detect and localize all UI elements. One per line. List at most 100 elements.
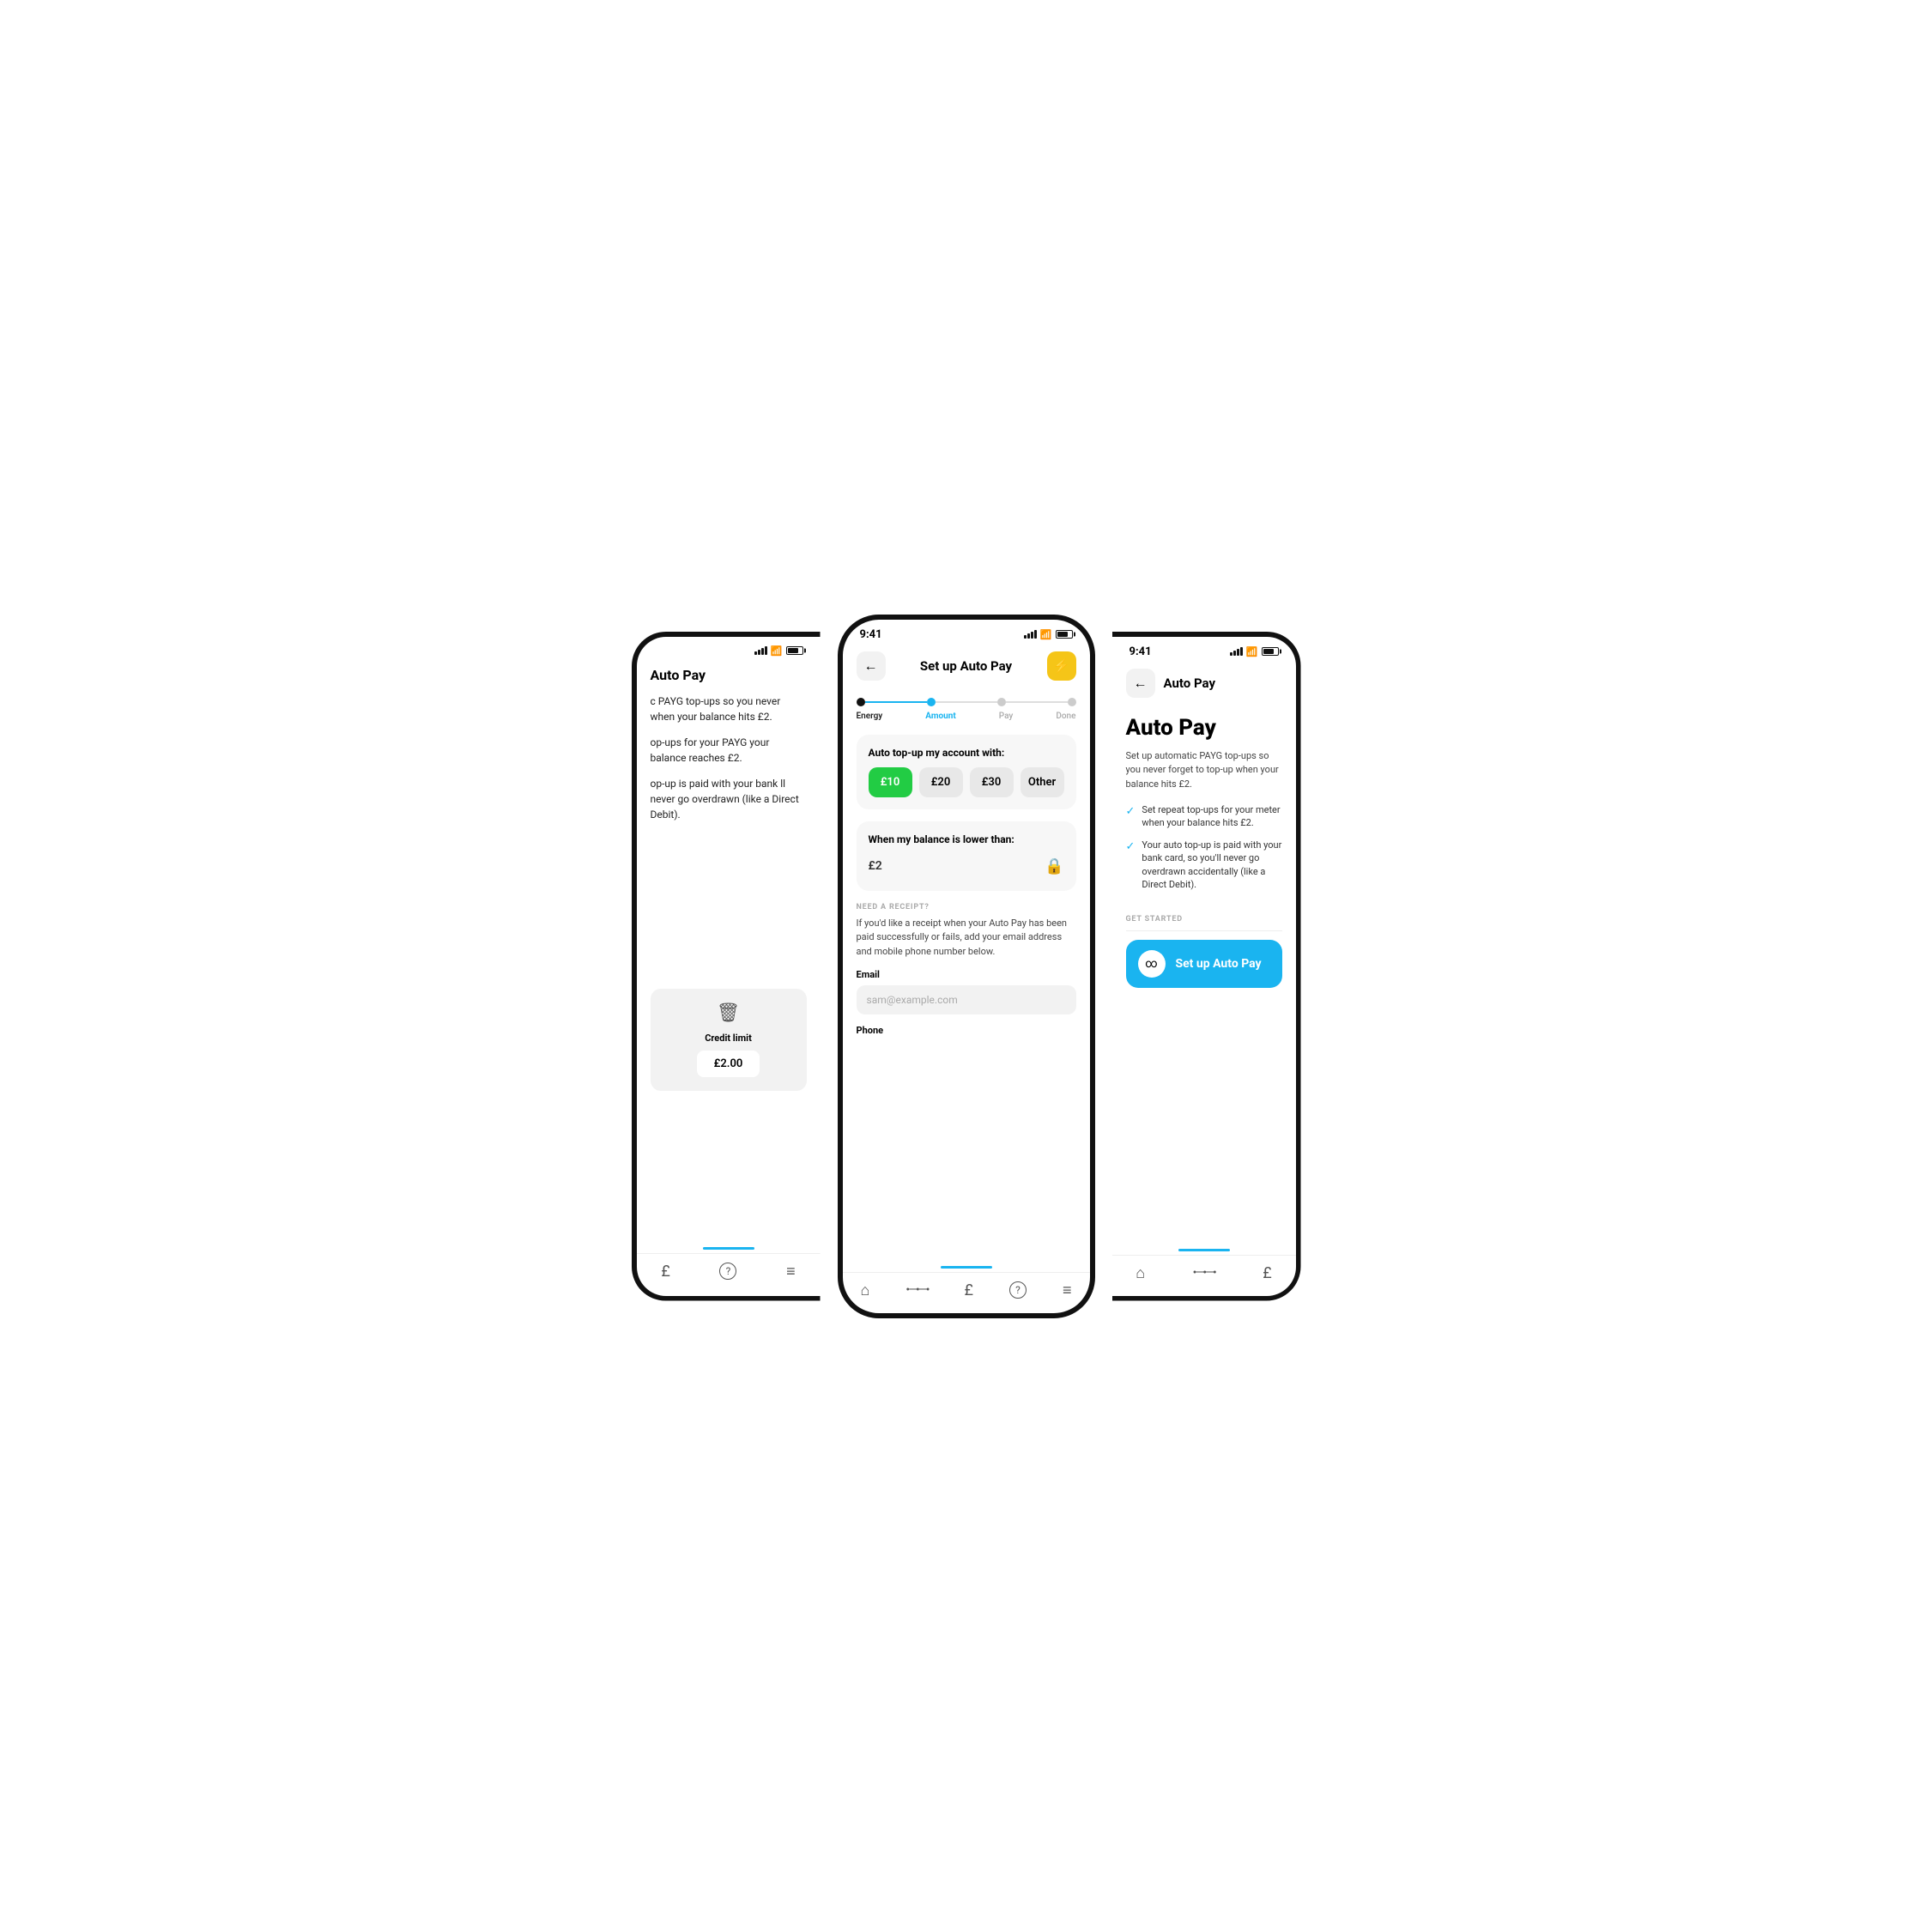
left-text-3: op-up is paid with your bank ll never go… [651,776,807,822]
bullet-item-1: ✓ Set repeat top-ups for your meter when… [1126,803,1282,830]
receipt-section: NEED A RECEIPT? If you'd like a receipt … [843,903,1090,1052]
delete-icon[interactable]: 🗑 [717,1002,741,1024]
home-icon: ⌂ [861,1281,870,1299]
step-label-amount: Amount [925,712,955,721]
right-description: Set up automatic PAYG top-ups so you nev… [1126,749,1282,792]
right-nav-active-bar [1178,1249,1230,1251]
right-activity-icon: •—•—• [1193,1266,1215,1280]
right-time: 9:41 [1130,645,1152,658]
center-nav-active-bar [941,1266,992,1269]
right-wifi-icon: 📶 [1246,646,1258,657]
center-nav-activity[interactable]: •—•—• [905,1283,928,1297]
center-nav-home[interactable]: ⌂ [861,1281,870,1299]
right-main-title: Auto Pay [1126,715,1282,741]
menu-icon: ≡ [786,1263,796,1281]
center-bottom-nav: ⌂ •—•—• £ ? ≡ [843,1272,1090,1313]
center-status-icons: 📶 [1024,629,1073,640]
left-body: c PAYG top-ups so you never when your ba… [637,693,821,833]
step-dot-amount [927,698,936,706]
check-icon-2: ✓ [1126,839,1136,855]
receipt-label: NEED A RECEIPT? [857,903,1076,911]
amount-options: £10 £20 £30 Other [869,767,1064,797]
right-signal-icon [1230,647,1243,656]
right-nav-activity[interactable]: •—•—• [1193,1266,1215,1280]
wifi-icon: 📶 [771,645,783,657]
credit-limit-value: £2.00 [697,1051,760,1077]
step-dot-pay [997,698,1006,706]
right-back-icon: ← [1134,675,1148,692]
nav-active-bar [703,1247,754,1250]
center-nav-menu[interactable]: ≡ [1063,1281,1072,1299]
amount-btn-30[interactable]: £30 [970,767,1014,797]
lightning-button[interactable]: ⚡ [1047,651,1076,681]
email-input[interactable]: sam@example.com [857,985,1076,1014]
receipt-text: If you'd like a receipt when your Auto P… [857,917,1076,960]
center-nav-payments[interactable]: £ [964,1281,972,1299]
left-title: Auto Pay [651,667,706,683]
left-phone: 📶 Auto Pay c PAYG top-ups so you never w… [632,632,821,1301]
amount-btn-10[interactable]: £10 [869,767,912,797]
left-text-1: c PAYG top-ups so you never when your ba… [651,693,807,724]
step-dot-done [1068,698,1076,706]
amount-btn-20[interactable]: £20 [919,767,963,797]
right-status-bar: 9:41 📶 [1112,637,1296,662]
back-icon: ← [864,657,878,675]
credit-limit-section: 🗑 Credit limit £2.00 [651,989,807,1091]
left-status-icons: 📶 [754,645,803,657]
help-icon: ? [719,1263,736,1280]
menu-icon-center: ≡ [1063,1281,1072,1299]
right-back-button[interactable]: ← [1126,669,1155,698]
bullet-text-2: Your auto top-up is paid with your bank … [1142,839,1281,892]
email-label: Email [857,969,1076,980]
center-signal-icon [1024,630,1037,639]
right-bottom-nav: ⌂ •—•—• £ [1112,1255,1296,1296]
center-time: 9:41 [860,628,882,641]
right-phone: 9:41 📶 ← Auto Pay Au [1112,632,1301,1301]
back-button[interactable]: ← [857,651,886,681]
amount-btn-other[interactable]: Other [1021,767,1064,797]
step-line-1 [865,701,927,703]
balance-row: £2 🔒 [869,854,1064,879]
step-dot-energy [857,698,865,706]
center-wifi-icon: 📶 [1040,629,1052,640]
center-nav-help[interactable]: ? [1009,1281,1027,1299]
bullet-text-1: Set repeat top-ups for your meter when y… [1142,803,1281,830]
amount-card-title: Auto top-up my account with: [869,747,1064,759]
left-header: Auto Pay [637,660,821,693]
left-bottom-nav: £ ? ≡ [637,1253,821,1296]
right-header: ← Auto Pay [1112,662,1296,708]
left-nav-menu[interactable]: ≡ [786,1263,796,1282]
right-payments-icon: £ [1263,1264,1271,1282]
signal-icon [754,646,767,655]
step-line-2 [936,701,997,703]
lightning-icon: ⚡ [1053,657,1070,674]
divider [1126,930,1282,931]
activity-icon: •—•—• [905,1283,928,1297]
check-icon-1: ✓ [1126,804,1136,820]
center-battery-icon [1056,630,1073,639]
center-title: Set up Auto Pay [920,658,1012,674]
step-labels: Energy Amount Pay Done [857,712,1076,721]
get-started-label: GET STARTED [1112,915,1296,924]
right-nav-home[interactable]: ⌂ [1136,1264,1145,1282]
balance-card: When my balance is lower than: £2 🔒 [857,821,1076,891]
email-placeholder: sam@example.com [867,994,958,1006]
help-icon-center: ? [1009,1281,1027,1299]
center-header: ← Set up Auto Pay ⚡ [843,645,1090,691]
step-label-pay: Pay [999,712,1014,721]
left-nav-help[interactable]: ? [719,1263,736,1281]
setup-btn-label: Set up Auto Pay [1176,957,1262,971]
step-label-energy: Energy [857,712,883,721]
credit-limit-label: Credit limit [705,1033,752,1044]
right-home-icon: ⌂ [1136,1264,1145,1282]
setup-autopay-button[interactable]: ∞ Set up Auto Pay [1126,940,1282,988]
left-text-2: op-ups for your PAYG your balance reache… [651,735,807,766]
left-nav-payments[interactable]: £ [661,1263,669,1282]
phone-label: Phone [857,1025,1076,1036]
step-label-done: Done [1056,712,1075,721]
progress-steps: Energy Amount Pay Done [843,691,1090,735]
right-nav-payments[interactable]: £ [1263,1264,1271,1282]
balance-card-title: When my balance is lower than: [869,833,1064,845]
balance-value: £2 [869,859,882,873]
bullet-item-2: ✓ Your auto top-up is paid with your ban… [1126,839,1282,892]
